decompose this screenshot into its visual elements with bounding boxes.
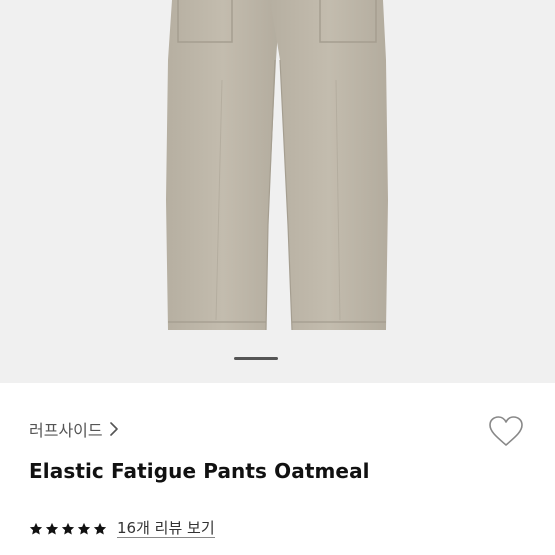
star-filled-icon (93, 521, 107, 535)
star-filled-icon (61, 521, 75, 535)
star-filled-icon (45, 521, 59, 535)
star-filled-icon (29, 521, 43, 535)
product-image-carousel[interactable] (0, 0, 555, 383)
brand-link[interactable]: 러프사이드 (29, 417, 118, 441)
chevron-right-icon (109, 422, 118, 436)
star-filled-icon (77, 521, 91, 535)
product-info: 러프사이드 Elastic Fatigue Pants Oatmeal 16개 … (0, 383, 555, 555)
product-title: Elastic Fatigue Pants Oatmeal (29, 459, 370, 483)
carousel-page-indicator (234, 357, 278, 360)
product-image (166, 0, 388, 331)
star-rating (29, 521, 109, 535)
reviews-link[interactable]: 16개 리뷰 보기 (117, 519, 215, 538)
rating-row: 16개 리뷰 보기 (29, 517, 215, 539)
wishlist-button[interactable] (487, 413, 525, 449)
brand-name: 러프사이드 (29, 421, 103, 440)
heart-outline-icon (489, 416, 523, 446)
